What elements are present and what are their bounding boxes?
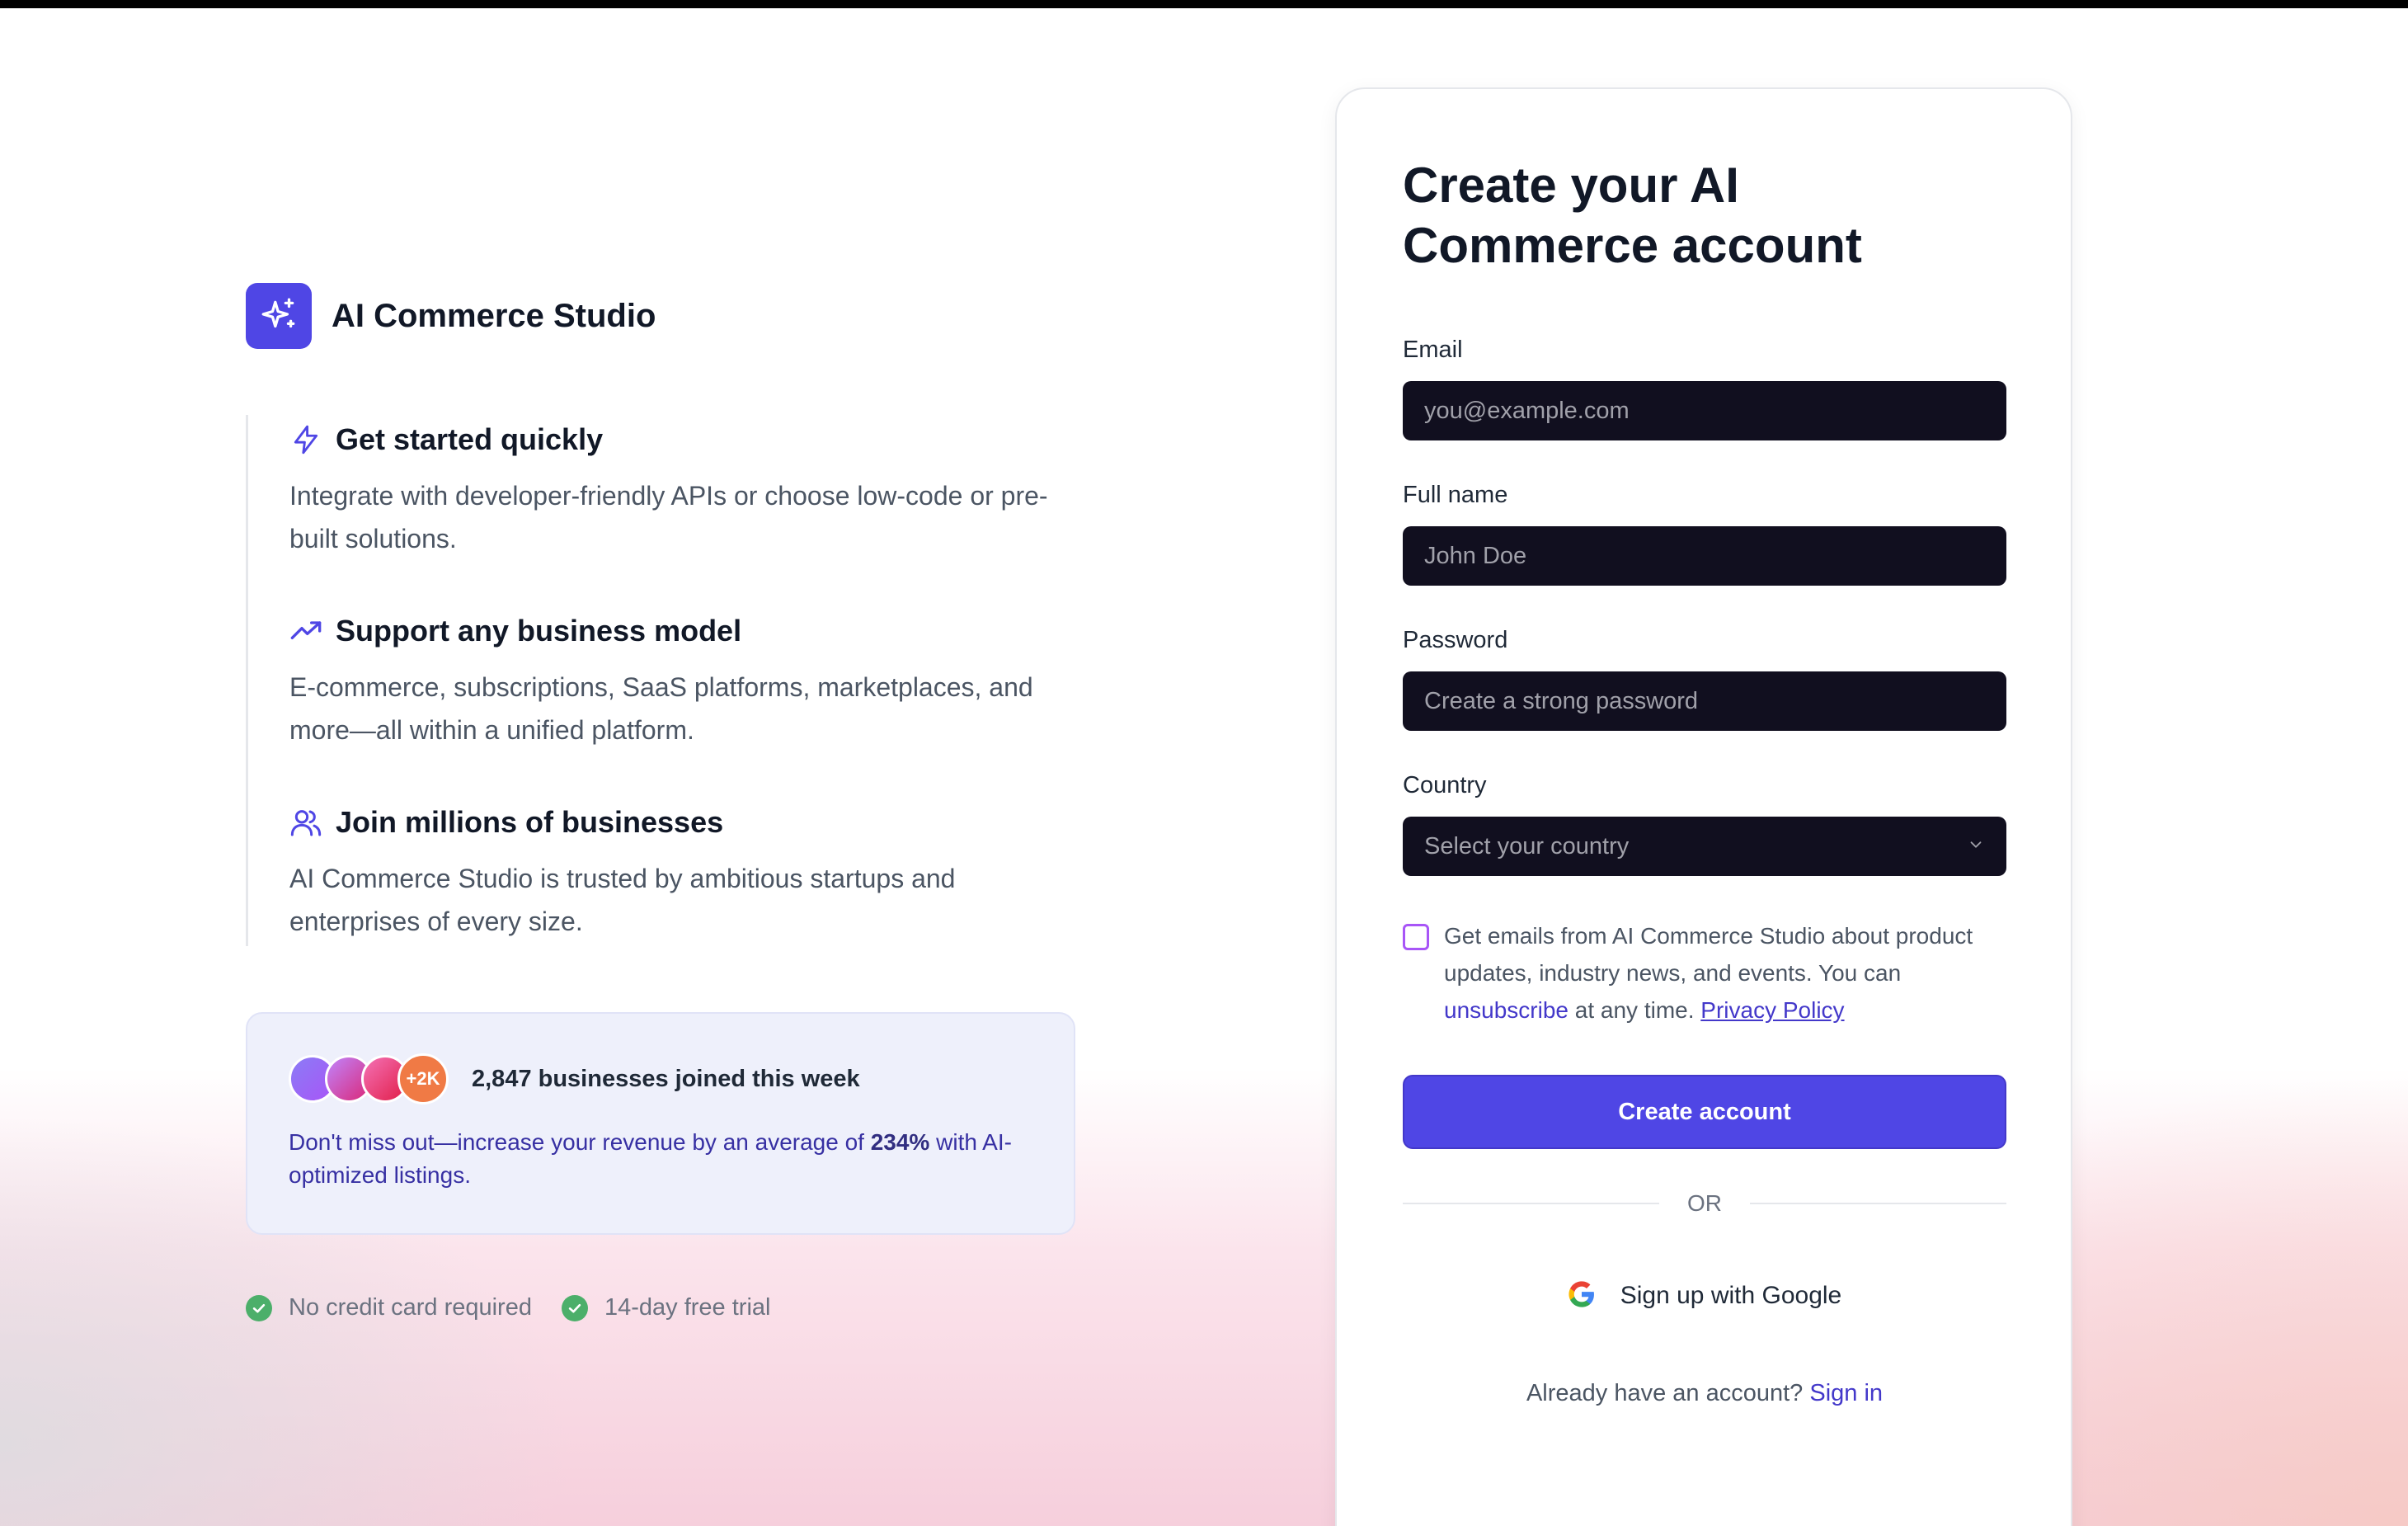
feature-list: Get started quickly Integrate with devel… [246,415,1079,946]
or-divider: OR [1403,1190,2006,1217]
top-bar [0,0,2408,8]
feature-item: Get started quickly Integrate with devel… [289,418,1079,560]
brand: AI Commerce Studio [246,283,1079,349]
full-name-label: Full name [1403,482,1508,508]
lightning-bolt-icon [289,423,322,456]
create-account-button[interactable]: Create account [1403,1075,2006,1149]
sparkles-icon [246,283,312,349]
country-select-value: Select your country [1424,832,1630,860]
marketing-consent: Get emails from AI Commerce Studio about… [1403,922,2005,1029]
unsubscribe-link[interactable]: unsubscribe [1444,997,1568,1023]
email-label: Email [1403,337,1463,363]
marketing-consent-text: Get emails from AI Commerce Studio about… [1444,923,1973,1023]
full-name-field[interactable] [1403,526,2006,586]
full-name-field-group: Full name [1403,480,2006,586]
benefit-item: No credit card required [246,1294,532,1321]
marketing-consent-checkbox[interactable] [1403,924,1429,950]
signup-card: Create your AI Commerce account Email Fu… [1335,87,2072,1526]
signin-prompt: Already have an account? Sign in [1526,1380,1884,1406]
users-icon [289,806,322,839]
promo-title: 2,847 businesses joined this week [472,1065,860,1092]
country-label: Country [1403,772,1487,798]
privacy-policy-link[interactable]: Privacy Policy [1700,997,1844,1023]
email-field-group: Email [1403,335,2006,440]
social-proof-banner: +2K 2,847 businesses joined this week Do… [246,1012,1075,1235]
google-icon [1568,1280,1596,1312]
google-signup-label: Sign up with Google [1620,1282,1842,1309]
check-circle-icon [246,1294,272,1321]
google-signup-button[interactable]: Sign up with Google [1403,1271,2006,1321]
feature-description: E-commerce, subscriptions, SaaS platform… [289,672,1033,745]
avatar-stack: +2K [289,1053,449,1104]
feature-title: Get started quickly [336,422,604,456]
check-circle-icon [561,1294,588,1321]
country-field-group: Country Select your country [1403,770,2006,876]
benefit-list: No credit card required 14-day free tria… [246,1294,1079,1321]
promo-text: Don't miss out—increase your revenue by … [289,1129,1012,1188]
marketing-panel: AI Commerce Studio Get started quickly I… [246,283,1079,1321]
sign-in-link[interactable]: Sign in [1809,1380,1883,1406]
benefit-label: No credit card required [289,1294,532,1321]
password-label: Password [1403,627,1508,653]
password-field[interactable] [1403,671,2006,731]
country-select[interactable]: Select your country [1403,817,2006,876]
trending-up-icon [289,615,322,648]
benefit-label: 14-day free trial [604,1294,771,1321]
feature-title: Join millions of businesses [336,805,724,839]
promo-highlight: 234% [870,1129,930,1155]
divider-label: OR [1687,1190,1722,1216]
benefit-item: 14-day free trial [561,1294,771,1321]
page-title: Create your AI Commerce account [1403,158,1862,273]
chevron-down-icon [1967,836,1985,858]
email-field[interactable] [1403,381,2006,440]
brand-name: AI Commerce Studio [332,297,656,334]
feature-title: Support any business model [336,614,742,648]
feature-item: Join millions of businesses AI Commerce … [289,801,1079,943]
feature-item: Support any business model E-commerce, s… [289,610,1079,751]
feature-description: AI Commerce Studio is trusted by ambitio… [289,864,956,936]
feature-description: Integrate with developer-friendly APIs o… [289,481,1048,553]
avatar-overflow-badge: +2K [397,1053,449,1104]
password-field-group: Password [1403,625,2006,731]
